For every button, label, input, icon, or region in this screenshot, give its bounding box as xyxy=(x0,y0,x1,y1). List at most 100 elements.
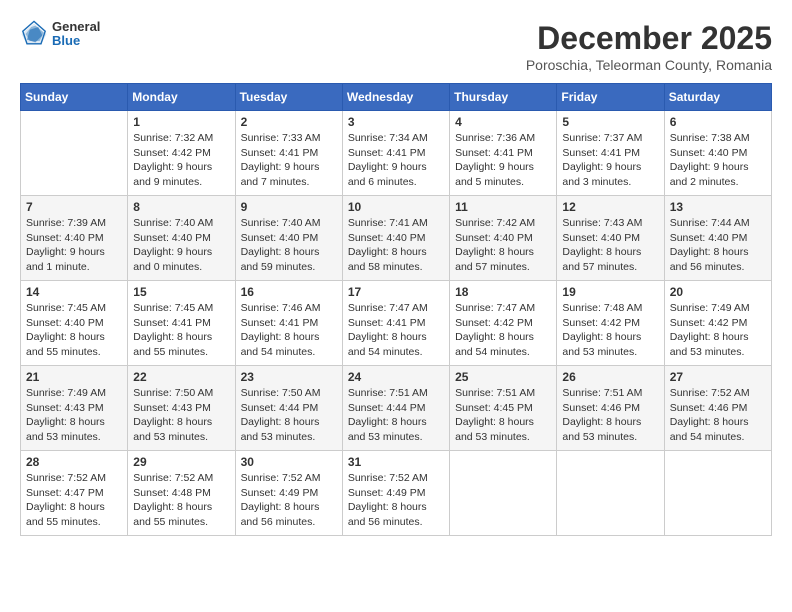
day-number: 4 xyxy=(455,115,551,129)
sunset-text: Sunset: 4:40 PM xyxy=(26,232,104,244)
day-info: Sunrise: 7:51 AM Sunset: 4:45 PM Dayligh… xyxy=(455,386,551,445)
sunrise-text: Sunrise: 7:52 AM xyxy=(26,472,106,484)
calendar-cell: 13 Sunrise: 7:44 AM Sunset: 4:40 PM Dayl… xyxy=(664,196,771,281)
day-number: 30 xyxy=(241,455,337,469)
sunset-text: Sunset: 4:45 PM xyxy=(455,402,533,414)
day-info: Sunrise: 7:46 AM Sunset: 4:41 PM Dayligh… xyxy=(241,301,337,360)
sunset-text: Sunset: 4:44 PM xyxy=(348,402,426,414)
col-saturday: Saturday xyxy=(664,84,771,111)
daylight-text: Daylight: 8 hours and 54 minutes. xyxy=(348,331,427,358)
sunset-text: Sunset: 4:41 PM xyxy=(455,147,533,159)
day-number: 11 xyxy=(455,200,551,214)
sunset-text: Sunset: 4:44 PM xyxy=(241,402,319,414)
sunset-text: Sunset: 4:41 PM xyxy=(348,147,426,159)
day-info: Sunrise: 7:52 AM Sunset: 4:49 PM Dayligh… xyxy=(348,471,444,530)
sunset-text: Sunset: 4:48 PM xyxy=(133,487,211,499)
day-info: Sunrise: 7:32 AM Sunset: 4:42 PM Dayligh… xyxy=(133,131,229,190)
title-section: December 2025 Poroschia, Teleorman Count… xyxy=(526,20,772,73)
sunset-text: Sunset: 4:46 PM xyxy=(562,402,640,414)
sunset-text: Sunset: 4:40 PM xyxy=(26,317,104,329)
daylight-text: Daylight: 8 hours and 54 minutes. xyxy=(670,416,749,443)
sunrise-text: Sunrise: 7:49 AM xyxy=(26,387,106,399)
sunset-text: Sunset: 4:47 PM xyxy=(26,487,104,499)
sunset-text: Sunset: 4:40 PM xyxy=(670,232,748,244)
sunrise-text: Sunrise: 7:50 AM xyxy=(133,387,213,399)
col-tuesday: Tuesday xyxy=(235,84,342,111)
calendar-cell: 30 Sunrise: 7:52 AM Sunset: 4:49 PM Dayl… xyxy=(235,451,342,536)
day-number: 7 xyxy=(26,200,122,214)
col-wednesday: Wednesday xyxy=(342,84,449,111)
calendar-week-3: 14 Sunrise: 7:45 AM Sunset: 4:40 PM Dayl… xyxy=(21,281,772,366)
sunset-text: Sunset: 4:41 PM xyxy=(241,147,319,159)
daylight-text: Daylight: 8 hours and 53 minutes. xyxy=(26,416,105,443)
day-number: 8 xyxy=(133,200,229,214)
sunset-text: Sunset: 4:40 PM xyxy=(455,232,533,244)
daylight-text: Daylight: 8 hours and 53 minutes. xyxy=(455,416,534,443)
day-number: 24 xyxy=(348,370,444,384)
sunset-text: Sunset: 4:40 PM xyxy=(562,232,640,244)
sunset-text: Sunset: 4:40 PM xyxy=(241,232,319,244)
day-number: 14 xyxy=(26,285,122,299)
sunrise-text: Sunrise: 7:37 AM xyxy=(562,132,642,144)
daylight-text: Daylight: 8 hours and 53 minutes. xyxy=(133,416,212,443)
calendar-cell: 31 Sunrise: 7:52 AM Sunset: 4:49 PM Dayl… xyxy=(342,451,449,536)
daylight-text: Daylight: 8 hours and 57 minutes. xyxy=(455,246,534,273)
sunrise-text: Sunrise: 7:42 AM xyxy=(455,217,535,229)
sunrise-text: Sunrise: 7:39 AM xyxy=(26,217,106,229)
calendar-week-5: 28 Sunrise: 7:52 AM Sunset: 4:47 PM Dayl… xyxy=(21,451,772,536)
daylight-text: Daylight: 8 hours and 58 minutes. xyxy=(348,246,427,273)
sunset-text: Sunset: 4:43 PM xyxy=(133,402,211,414)
sunrise-text: Sunrise: 7:38 AM xyxy=(670,132,750,144)
calendar-cell: 27 Sunrise: 7:52 AM Sunset: 4:46 PM Dayl… xyxy=(664,366,771,451)
calendar-week-4: 21 Sunrise: 7:49 AM Sunset: 4:43 PM Dayl… xyxy=(21,366,772,451)
day-number: 12 xyxy=(562,200,658,214)
day-info: Sunrise: 7:42 AM Sunset: 4:40 PM Dayligh… xyxy=(455,216,551,275)
sunset-text: Sunset: 4:42 PM xyxy=(562,317,640,329)
calendar-cell: 17 Sunrise: 7:47 AM Sunset: 4:41 PM Dayl… xyxy=(342,281,449,366)
sunset-text: Sunset: 4:40 PM xyxy=(348,232,426,244)
day-number: 26 xyxy=(562,370,658,384)
sunrise-text: Sunrise: 7:51 AM xyxy=(562,387,642,399)
sunrise-text: Sunrise: 7:41 AM xyxy=(348,217,428,229)
day-number: 18 xyxy=(455,285,551,299)
calendar-cell: 6 Sunrise: 7:38 AM Sunset: 4:40 PM Dayli… xyxy=(664,111,771,196)
sunrise-text: Sunrise: 7:47 AM xyxy=(455,302,535,314)
day-info: Sunrise: 7:47 AM Sunset: 4:41 PM Dayligh… xyxy=(348,301,444,360)
daylight-text: Daylight: 8 hours and 55 minutes. xyxy=(26,331,105,358)
sunset-text: Sunset: 4:40 PM xyxy=(133,232,211,244)
daylight-text: Daylight: 9 hours and 5 minutes. xyxy=(455,161,534,188)
sunset-text: Sunset: 4:49 PM xyxy=(348,487,426,499)
sunrise-text: Sunrise: 7:33 AM xyxy=(241,132,321,144)
calendar-cell xyxy=(450,451,557,536)
sunset-text: Sunset: 4:49 PM xyxy=(241,487,319,499)
day-number: 3 xyxy=(348,115,444,129)
calendar-cell: 23 Sunrise: 7:50 AM Sunset: 4:44 PM Dayl… xyxy=(235,366,342,451)
calendar-cell xyxy=(21,111,128,196)
daylight-text: Daylight: 8 hours and 56 minutes. xyxy=(241,501,320,528)
sunset-text: Sunset: 4:41 PM xyxy=(133,317,211,329)
sunrise-text: Sunrise: 7:45 AM xyxy=(133,302,213,314)
sunset-text: Sunset: 4:40 PM xyxy=(670,147,748,159)
day-info: Sunrise: 7:37 AM Sunset: 4:41 PM Dayligh… xyxy=(562,131,658,190)
sunrise-text: Sunrise: 7:34 AM xyxy=(348,132,428,144)
day-number: 21 xyxy=(26,370,122,384)
calendar-cell: 4 Sunrise: 7:36 AM Sunset: 4:41 PM Dayli… xyxy=(450,111,557,196)
calendar-cell: 3 Sunrise: 7:34 AM Sunset: 4:41 PM Dayli… xyxy=(342,111,449,196)
daylight-text: Daylight: 8 hours and 53 minutes. xyxy=(348,416,427,443)
sunrise-text: Sunrise: 7:52 AM xyxy=(241,472,321,484)
logo-general: General xyxy=(52,20,100,34)
day-number: 20 xyxy=(670,285,766,299)
calendar-week-1: 1 Sunrise: 7:32 AM Sunset: 4:42 PM Dayli… xyxy=(21,111,772,196)
col-thursday: Thursday xyxy=(450,84,557,111)
calendar-cell: 26 Sunrise: 7:51 AM Sunset: 4:46 PM Dayl… xyxy=(557,366,664,451)
daylight-text: Daylight: 8 hours and 54 minutes. xyxy=(455,331,534,358)
day-info: Sunrise: 7:39 AM Sunset: 4:40 PM Dayligh… xyxy=(26,216,122,275)
day-info: Sunrise: 7:41 AM Sunset: 4:40 PM Dayligh… xyxy=(348,216,444,275)
day-info: Sunrise: 7:38 AM Sunset: 4:40 PM Dayligh… xyxy=(670,131,766,190)
day-info: Sunrise: 7:33 AM Sunset: 4:41 PM Dayligh… xyxy=(241,131,337,190)
day-info: Sunrise: 7:51 AM Sunset: 4:44 PM Dayligh… xyxy=(348,386,444,445)
day-number: 28 xyxy=(26,455,122,469)
day-number: 27 xyxy=(670,370,766,384)
calendar-cell xyxy=(664,451,771,536)
calendar-table: Sunday Monday Tuesday Wednesday Thursday… xyxy=(20,83,772,536)
